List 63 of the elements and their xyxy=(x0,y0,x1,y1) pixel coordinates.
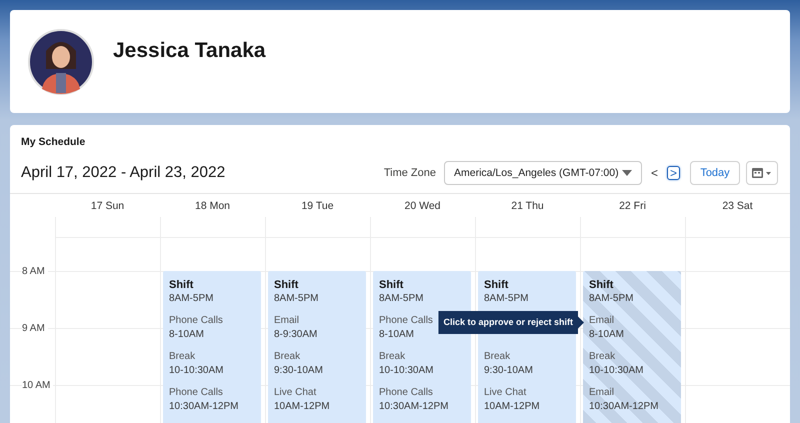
caret-icon xyxy=(622,170,632,176)
tooltip: Click to approve or reject shift xyxy=(438,311,584,334)
activity-time: 10AM-12PM xyxy=(484,400,540,414)
activity-name: Break xyxy=(169,350,196,364)
activity-time: 8-9:30AM xyxy=(274,328,318,342)
activity-name: Email xyxy=(274,314,300,328)
activity-name: Live Chat xyxy=(484,386,526,400)
card-title: My Schedule xyxy=(20,135,86,150)
date-range: April 17, 2022 - April 23, 2022 xyxy=(21,164,226,182)
activity-time: 10-10:30AM xyxy=(589,364,644,378)
shift-title: Shift xyxy=(589,278,614,292)
activity-time: 10:30AM-12PM xyxy=(379,400,448,414)
shift-title: Shift xyxy=(379,278,404,292)
day-header: 23 Sat xyxy=(722,200,753,212)
profile-name: Jessica Tanaka xyxy=(113,38,266,62)
activity-time: 8-10AM xyxy=(379,328,414,342)
shift-time: 8AM-5PM xyxy=(589,292,634,306)
day-header: 18 Mon xyxy=(194,200,230,212)
today-button[interactable]: Today xyxy=(690,161,740,185)
activity-name: Phone Calls xyxy=(169,386,223,400)
activity-name: Phone Calls xyxy=(379,314,433,328)
day-header: 21 Thu xyxy=(511,200,544,212)
shift-card[interactable]: Shift 8AM-5PM Email 8-10AM Break 10-10:30AM Email 10:30AM-12PM xyxy=(583,271,681,423)
activity-name: Live Chat xyxy=(274,386,316,400)
hour-label: 8 AM xyxy=(22,266,48,277)
activity-time: 8-10AM xyxy=(169,328,204,342)
day-header: 20 Wed xyxy=(404,200,440,212)
activity-name: Break xyxy=(274,350,300,364)
next-button[interactable]: > xyxy=(667,166,680,180)
activity-name: Break xyxy=(379,350,406,364)
activity-time: 9:30-10AM xyxy=(484,364,533,378)
activity-time: 10AM-12PM xyxy=(274,400,330,414)
activity-time: 10-10:30AM xyxy=(379,364,434,378)
hour-label: 9 AM xyxy=(22,323,48,334)
activity-time: 10:30AM-12PM xyxy=(169,400,238,414)
calendar-menu-button[interactable] xyxy=(746,161,778,185)
day-header: 17 Sun xyxy=(90,200,124,212)
shift-title: Shift xyxy=(274,278,300,292)
timezone-select[interactable]: America/Los_Angeles (GMT-07:00) xyxy=(444,161,642,185)
activity-name: Email xyxy=(589,314,614,328)
shift-time: 8AM-5PM xyxy=(274,292,318,306)
shift-time: 8AM-5PM xyxy=(169,292,214,306)
avatar-icon xyxy=(28,28,94,94)
shift-time: 8AM-5PM xyxy=(379,292,424,306)
activity-name: Break xyxy=(484,350,510,364)
calendar-icon xyxy=(752,167,772,179)
shift-title: Shift xyxy=(169,278,194,292)
shift-card[interactable]: Shift 8AM-5PM Phone Calls 8-10AM Break 10-10:30AM Phone Calls 10:30AM-12PM xyxy=(163,271,261,423)
activity-time: 8-10AM xyxy=(589,328,624,342)
activity-time: 9:30-10AM xyxy=(274,364,323,378)
activity-name: Break xyxy=(589,350,616,364)
shift-title: Shift xyxy=(484,278,510,292)
activity-name: Phone Calls xyxy=(169,314,223,328)
activity-name: Phone Calls xyxy=(379,386,433,400)
activity-time: 10:30AM-12PM xyxy=(589,400,658,414)
day-header: 22 Fri xyxy=(619,200,646,212)
activity-time: 10-10:30AM xyxy=(169,364,224,378)
day-header: 19 Tue xyxy=(301,200,334,212)
timezone-label: Time Zone xyxy=(384,167,436,179)
shift-card[interactable]: Shift 8AM-5PM Email 8-9:30AM Break 9:30-10AM Live Chat 10AM-12PM xyxy=(268,271,366,423)
shift-time: 8AM-5PM xyxy=(484,292,528,306)
activity-name: Email xyxy=(589,386,614,400)
hour-label: 10 AM xyxy=(22,380,54,391)
